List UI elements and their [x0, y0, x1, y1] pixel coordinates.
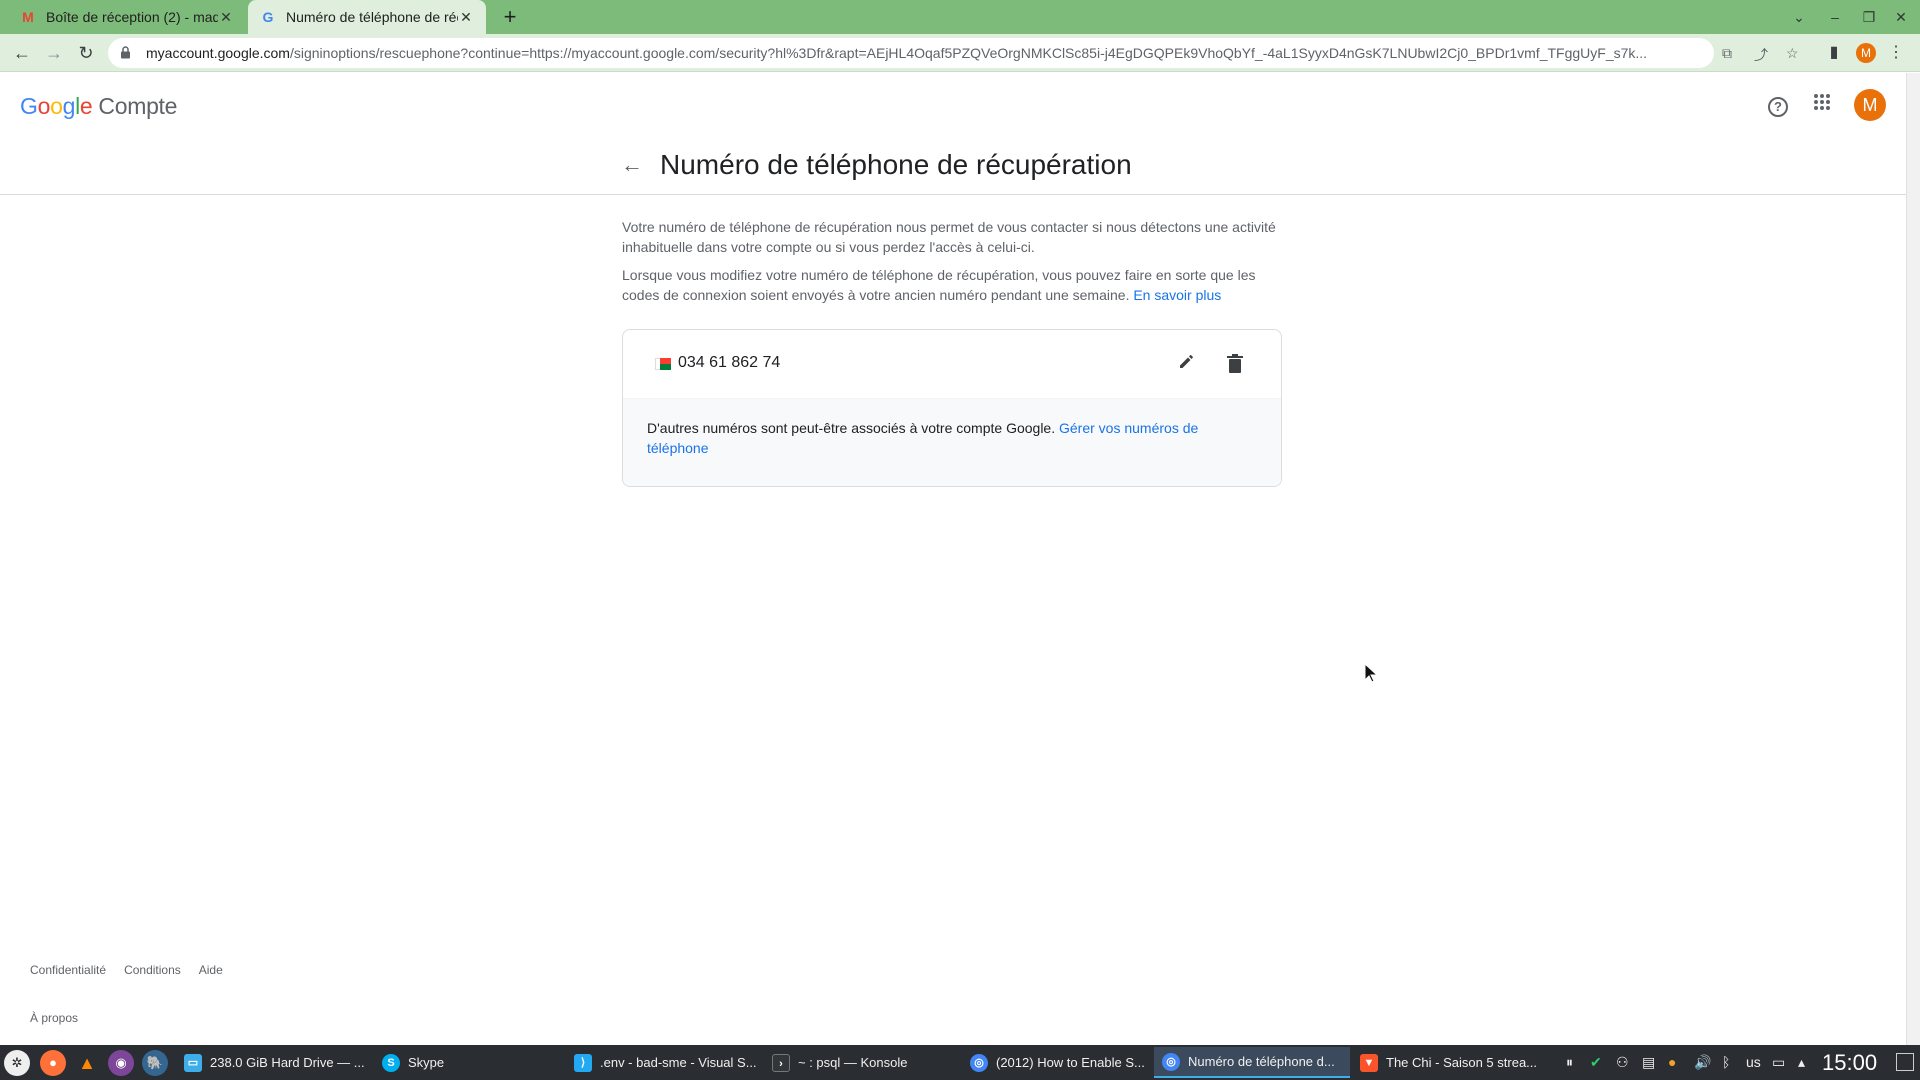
- chrome-icon: ◎: [970, 1053, 988, 1072]
- vpn-icon[interactable]: ●: [1668, 1045, 1676, 1080]
- task-chrome-video[interactable]: ◎ (2012) How to Enable S...: [962, 1047, 1152, 1078]
- footer-link-about[interactable]: À propos: [30, 1011, 78, 1025]
- card-footer: D'autres numéros sont peut-être associés…: [623, 398, 1281, 486]
- madagascar-flag-icon: [655, 358, 671, 370]
- tab-recovery-phone[interactable]: G Numéro de téléphone de réc ✕: [248, 0, 486, 34]
- footer-links: Confidentialité Conditions Aide: [30, 963, 223, 977]
- side-panel-icon[interactable]: ▮: [1820, 39, 1848, 67]
- browser-toolbar: ← → ↻ myaccount.google.com/signinoptions…: [0, 34, 1920, 72]
- browser-tab-bar: M Boîte de réception (2) - madal ✕ G Num…: [0, 0, 1920, 34]
- tray-expand-icon[interactable]: ▴: [1798, 1045, 1805, 1080]
- firefox-icon[interactable]: ●: [40, 1050, 66, 1076]
- account-avatar[interactable]: M: [1854, 89, 1886, 121]
- terminal-icon: ›: [772, 1053, 790, 1072]
- update-ok-icon[interactable]: ✔: [1590, 1045, 1602, 1080]
- tab-search-icon[interactable]: ⌄: [1782, 0, 1816, 34]
- chrome-icon: ◎: [1162, 1052, 1180, 1071]
- url-text: myaccount.google.com/signinoptions/rescu…: [146, 45, 1648, 61]
- tab-title: Numéro de téléphone de réc: [286, 9, 458, 25]
- page-title-bar: ← Numéro de téléphone de récupération: [0, 137, 1906, 195]
- bluetooth-icon[interactable]: ᛒ: [1722, 1045, 1730, 1080]
- tor-icon[interactable]: ◉: [108, 1050, 134, 1076]
- address-bar[interactable]: myaccount.google.com/signinoptions/rescu…: [108, 38, 1714, 68]
- tab-gmail-inbox[interactable]: M Boîte de réception (2) - madal ✕: [8, 0, 246, 34]
- description-text-2: Lorsque vous modifiez votre numéro de té…: [622, 267, 1256, 303]
- volume-icon[interactable]: 🔊: [1694, 1045, 1711, 1080]
- gmail-icon: M: [22, 9, 34, 25]
- footer-link-terms[interactable]: Conditions: [124, 963, 181, 977]
- delete-trash-icon[interactable]: [1221, 350, 1249, 378]
- keyboard-layout[interactable]: us: [1746, 1045, 1761, 1080]
- browser-menu-icon[interactable]: ⋮: [1882, 39, 1910, 67]
- task-brave-the-chi[interactable]: ▼ The Chi - Saison 5 strea...: [1352, 1047, 1548, 1078]
- task-vscode[interactable]: ⟩ .env - bad-sme - Visual S...: [566, 1047, 762, 1078]
- pause-icon[interactable]: ⏸: [1566, 1045, 1573, 1080]
- drive-icon: ▭: [184, 1053, 202, 1072]
- tab-title: Boîte de réception (2) - madal: [46, 9, 218, 25]
- product-name: Compte: [98, 93, 178, 119]
- clock[interactable]: 15:00: [1822, 1045, 1877, 1080]
- close-window-icon[interactable]: ✕: [1884, 0, 1918, 34]
- app-launcher-icon[interactable]: ✲: [4, 1050, 30, 1076]
- other-numbers-text: D'autres numéros sont peut-être associés…: [647, 420, 1199, 456]
- back-icon[interactable]: ←: [8, 39, 36, 67]
- phone-number: 034 61 862 74: [678, 354, 781, 371]
- help-icon[interactable]: ?: [1762, 89, 1794, 121]
- edit-pencil-icon[interactable]: [1173, 350, 1201, 378]
- mouse-cursor-icon: [1364, 662, 1379, 688]
- reload-icon[interactable]: ↻: [72, 39, 100, 67]
- task-hard-drive[interactable]: ▭ 238.0 GiB Hard Drive — ...: [176, 1047, 372, 1078]
- accessibility-icon[interactable]: ⚇: [1616, 1045, 1629, 1080]
- footer-link-privacy[interactable]: Confidentialité: [30, 963, 106, 977]
- clipboard-icon[interactable]: ▤: [1642, 1045, 1655, 1080]
- vlc-icon[interactable]: ▲: [74, 1050, 100, 1076]
- task-konsole[interactable]: › ~ : psql — Konsole: [764, 1047, 960, 1078]
- task-chrome-recovery-phone[interactable]: ◎ Numéro de téléphone d...: [1154, 1047, 1350, 1078]
- bookmark-star-icon[interactable]: ☆: [1786, 45, 1799, 62]
- description-text: Votre numéro de téléphone de récupératio…: [622, 219, 1276, 255]
- recovery-phone-card: 034 61 862 74 D'autres numéros sont peut…: [622, 329, 1282, 487]
- browser-profile-avatar[interactable]: M: [1856, 43, 1876, 63]
- share-icon[interactable]: ⤴: [1754, 45, 1768, 65]
- skype-icon: S: [382, 1053, 400, 1072]
- page-title: Numéro de téléphone de récupération: [660, 149, 1132, 180]
- phone-row: 034 61 862 74: [623, 330, 1281, 398]
- learn-more-link[interactable]: En savoir plus: [1133, 287, 1221, 303]
- new-tab-button[interactable]: +: [496, 3, 524, 31]
- postgres-icon[interactable]: 🐘: [142, 1050, 168, 1076]
- restore-icon[interactable]: ❐: [1852, 0, 1886, 34]
- account-header: Google Compte ? M: [0, 73, 1906, 137]
- google-icon: G: [262, 9, 274, 25]
- close-tab-icon[interactable]: ✕: [458, 9, 474, 26]
- lock-icon: [120, 46, 134, 60]
- brave-icon: ▼: [1360, 1053, 1378, 1072]
- footer-link-help[interactable]: Aide: [199, 963, 223, 977]
- taskbar: ✲ ● ▲ ◉ 🐘 ▭ 238.0 GiB Hard Drive — ... S…: [0, 1045, 1920, 1080]
- google-apps-icon[interactable]: [1806, 89, 1838, 121]
- vscode-icon: ⟩: [574, 1053, 592, 1072]
- google-account-logo[interactable]: Google Compte: [20, 93, 177, 120]
- show-desktop-button[interactable]: [1896, 1053, 1914, 1071]
- close-tab-icon[interactable]: ✕: [218, 9, 234, 26]
- task-skype[interactable]: S Skype: [374, 1047, 564, 1078]
- translate-icon[interactable]: ⧉: [1722, 45, 1732, 62]
- network-icon[interactable]: ▭: [1772, 1045, 1785, 1080]
- forward-icon[interactable]: →: [40, 39, 68, 67]
- page-content: Google Compte ? M ← Numéro de téléphone …: [0, 73, 1906, 1045]
- back-arrow-icon[interactable]: ←: [618, 151, 646, 179]
- minimize-icon[interactable]: –: [1818, 0, 1852, 34]
- page-scrollbar[interactable]: [1906, 73, 1920, 1045]
